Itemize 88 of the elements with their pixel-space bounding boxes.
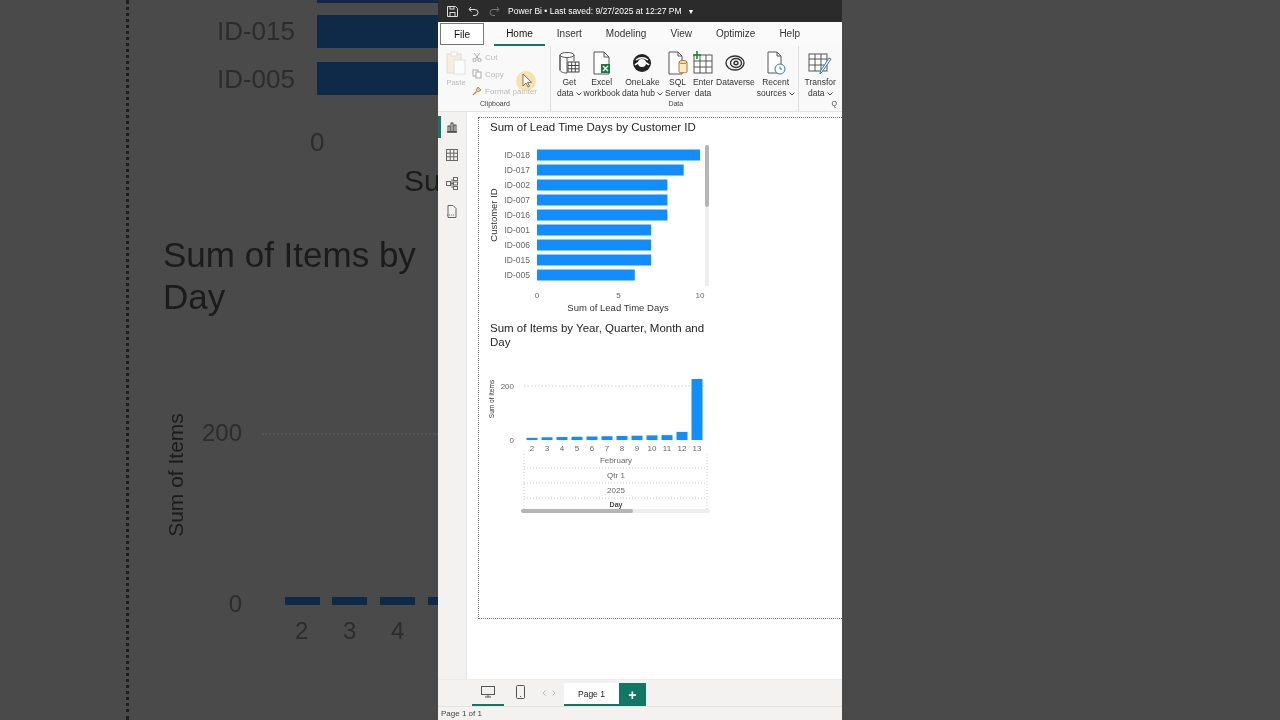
copy-icon — [472, 69, 482, 79]
scrollbar[interactable] — [521, 509, 710, 513]
undo-icon[interactable] — [468, 6, 479, 16]
axis-tick-label: 3 — [544, 444, 550, 453]
chart-bar — [332, 597, 367, 605]
chart-bar — [571, 436, 583, 440]
axis-tick-label: 10 — [695, 291, 705, 300]
axis-tick-label: 9 — [634, 444, 640, 453]
axis-tick-label: 0 — [509, 436, 514, 445]
menu-tab[interactable]: Insert — [544, 22, 594, 46]
axis-label: ID-001 — [504, 225, 530, 235]
chart-bar — [631, 435, 643, 440]
axis-tick-label: 10 — [647, 444, 657, 453]
phone-icon — [515, 685, 525, 699]
table-edit-icon — [808, 51, 833, 75]
axis-label: ID-005 — [504, 270, 530, 280]
axis-title: Sum of Lead Time Days — [567, 302, 669, 313]
spreadsheet-file-icon — [591, 51, 612, 75]
clock-file-icon — [765, 51, 786, 75]
ribbon-button[interactable]: Excel workbook — [582, 51, 621, 99]
axis-label: ID-016 — [504, 210, 530, 220]
axis-tick-label: 200 — [500, 382, 514, 391]
axis-tick-label: 0 — [534, 291, 540, 300]
axis-tick-label: 12 — [677, 444, 687, 453]
document-icon — [446, 204, 458, 218]
chart-bar — [616, 435, 628, 440]
axis-label: ID-006 — [504, 240, 530, 250]
ribbon-button[interactable]: Transfor data — [803, 51, 837, 99]
chart-bar — [661, 435, 673, 440]
axis-tick-label: 4 — [559, 444, 565, 453]
monitor-icon — [481, 686, 495, 698]
window-title: Power Bi • Last saved: 9/27/2025 at 12:27 PM — [508, 6, 682, 16]
axis-label: ID-018 — [504, 150, 530, 160]
axis-tick-label: 2 — [529, 444, 535, 453]
status-bar: Page 1 of 1 — [438, 706, 842, 720]
chart-bar — [541, 437, 553, 440]
redo-icon[interactable] — [489, 6, 500, 16]
ribbon-button[interactable]: Dataverse — [715, 51, 756, 88]
ribbon-button[interactable]: Enter data — [691, 51, 716, 99]
axis-label: ID-017 — [504, 165, 530, 175]
scissors-icon — [472, 52, 482, 62]
chart-title: Sum of Lead Time Days by Customer ID — [490, 120, 697, 134]
ribbon-button[interactable]: OneLake data hub — [620, 51, 665, 99]
axis-label: Qtr 1 — [607, 471, 625, 480]
table-icon — [692, 51, 715, 75]
chart-bar — [691, 379, 703, 440]
table-icon — [446, 149, 458, 161]
ribbon-button[interactable]: Recent sources — [755, 51, 796, 99]
chart-bar — [526, 437, 538, 440]
axis-label: ID-015 — [504, 255, 530, 265]
axis-tick-label: 6 — [589, 444, 595, 453]
axis-tick-label: 13 — [692, 444, 702, 453]
chart-bar — [676, 431, 688, 440]
chart-bar — [380, 597, 415, 605]
chart-bar — [428, 597, 438, 605]
menu-tab[interactable]: Optimize — [703, 22, 768, 46]
server-file-icon — [666, 51, 689, 75]
axis-tick-label: 7 — [604, 444, 610, 453]
clipboard-icon — [445, 51, 467, 75]
axis-label: February — [600, 456, 632, 465]
axis-label: ID-007 — [504, 195, 530, 205]
axis-tick-label: 8 — [619, 444, 625, 453]
menu-tab[interactable]: Modeling — [593, 22, 659, 46]
menu-tab[interactable]: File — [440, 23, 485, 45]
axis-tick-label: 5 — [574, 444, 580, 453]
axis-label: ID-002 — [504, 180, 530, 190]
page-tab[interactable]: Page 1 — [564, 683, 619, 706]
axis-tick-label: 11 — [662, 444, 672, 453]
menu-tab[interactable]: View — [658, 22, 704, 46]
add-page-button[interactable]: + — [618, 683, 646, 706]
scrollbar[interactable] — [705, 145, 709, 286]
chart-bar — [285, 597, 320, 605]
chart-bar — [646, 435, 658, 440]
save-icon[interactable] — [447, 5, 458, 17]
axis-label: 2025 — [607, 486, 625, 495]
bar-chart-icon — [446, 121, 458, 133]
axis-title: Customer ID — [488, 188, 499, 242]
brush-icon — [472, 86, 482, 96]
chart-bar — [601, 436, 613, 440]
ribbon-button[interactable]: Get data — [556, 51, 583, 99]
chart-bar — [556, 437, 568, 440]
chart-title: Sum of Items by Year, Quarter, Month and Day — [490, 322, 706, 349]
chart-bar — [586, 436, 598, 440]
menu-tab[interactable]: Help — [767, 22, 812, 46]
ribbon-button[interactable]: SQL Server — [664, 51, 692, 99]
database-icon — [558, 51, 581, 75]
diagram-icon — [446, 176, 458, 190]
axis-tick-label: 5 — [616, 291, 621, 300]
